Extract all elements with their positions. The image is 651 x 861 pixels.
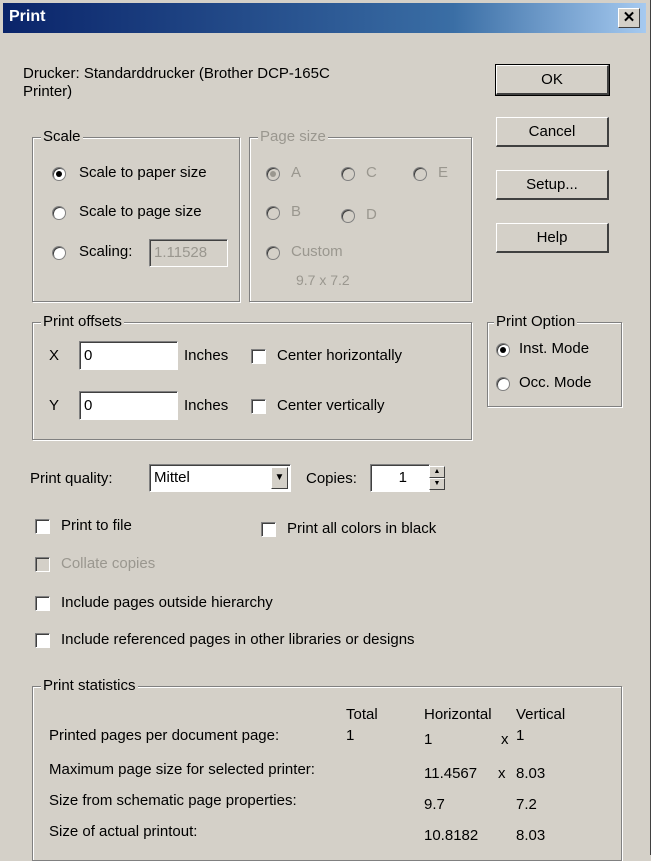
print-all-black-label[interactable]: Print all colors in black bbox=[287, 520, 436, 537]
outside-hierarchy-checkbox[interactable] bbox=[35, 596, 50, 611]
page-size-custom-label[interactable]: Custom bbox=[291, 243, 343, 260]
page-size-group-label: Page size bbox=[258, 128, 328, 145]
referenced-pages-checkbox[interactable] bbox=[35, 633, 50, 648]
inst-mode-radio[interactable] bbox=[496, 343, 510, 357]
scale-to-page-radio[interactable] bbox=[52, 206, 66, 220]
center-horizontally-checkbox[interactable] bbox=[251, 349, 266, 364]
print-quality-select[interactable]: Mittel bbox=[149, 464, 291, 492]
page-size-d-label[interactable]: D bbox=[366, 206, 377, 223]
stats-row-label: Size of actual printout: bbox=[49, 823, 198, 840]
offset-y-label: Y bbox=[49, 397, 60, 414]
help-button[interactable]: Help bbox=[496, 223, 609, 253]
printer-name-line1: Drucker: Standarddrucker (Brother DCP-16… bbox=[23, 65, 330, 82]
offset-y-units: Inches bbox=[184, 397, 229, 414]
title-bar[interactable]: Print ✕ bbox=[3, 3, 646, 33]
page-size-b-label[interactable]: B bbox=[291, 203, 301, 220]
spin-up-icon[interactable]: ▲ bbox=[429, 466, 445, 478]
print-offsets-group: Print offsets bbox=[32, 313, 472, 440]
page-size-a-label[interactable]: A bbox=[291, 164, 301, 181]
stats-row-x: x bbox=[498, 765, 506, 782]
outside-hierarchy-label[interactable]: Include pages outside hierarchy bbox=[61, 594, 273, 611]
stats-row-vertical: 8.03 bbox=[516, 765, 546, 782]
stats-row-label: Printed pages per document page: bbox=[49, 727, 280, 744]
stats-row-total: 1 bbox=[346, 727, 355, 744]
occ-mode-label[interactable]: Occ. Mode bbox=[519, 374, 592, 391]
stats-row-horizontal: 11.4567 bbox=[424, 765, 478, 782]
stats-row-horizontal: 9.7 bbox=[424, 796, 445, 813]
stats-row-horizontal: 1 bbox=[424, 731, 433, 748]
print-to-file-label[interactable]: Print to file bbox=[61, 517, 132, 534]
scale-to-paper-label[interactable]: Scale to paper size bbox=[79, 164, 207, 181]
stats-row-label: Size from schematic page properties: bbox=[49, 792, 297, 809]
stats-row-vertical: 1 bbox=[516, 727, 525, 744]
offset-x-label: X bbox=[49, 347, 60, 364]
print-to-file-checkbox[interactable] bbox=[35, 519, 50, 534]
page-size-c-radio[interactable] bbox=[341, 167, 355, 181]
scale-to-page-label[interactable]: Scale to page size bbox=[79, 203, 202, 220]
offset-x-input[interactable]: 0 bbox=[79, 341, 178, 370]
copies-label: Copies: bbox=[306, 470, 357, 487]
scaling-radio[interactable] bbox=[52, 246, 66, 260]
scaling-field[interactable]: 1.11528 bbox=[149, 239, 228, 267]
print-statistics-label: Print statistics bbox=[41, 677, 138, 694]
offset-y-input[interactable]: 0 bbox=[79, 391, 178, 420]
window-title: Print bbox=[9, 8, 46, 25]
page-size-d-radio[interactable] bbox=[341, 209, 355, 223]
print-quality-value: Mittel bbox=[154, 469, 190, 486]
stats-row-vertical: 7.2 bbox=[516, 796, 537, 813]
print-offsets-label: Print offsets bbox=[41, 313, 124, 330]
ok-button[interactable]: OK bbox=[495, 64, 610, 96]
stats-row-vertical: 8.03 bbox=[516, 827, 546, 844]
print-all-black-checkbox[interactable] bbox=[261, 522, 276, 537]
stats-row-label: Maximum page size for selected printer: bbox=[49, 761, 315, 778]
center-vertically-checkbox[interactable] bbox=[251, 399, 266, 414]
referenced-pages-label[interactable]: Include referenced pages in other librar… bbox=[61, 631, 415, 648]
page-size-custom-radio[interactable] bbox=[266, 246, 280, 260]
scaling-label[interactable]: Scaling: bbox=[79, 243, 132, 260]
print-option-group: Print Option bbox=[487, 313, 622, 407]
page-size-e-radio[interactable] bbox=[413, 167, 427, 181]
stats-col-total: Total bbox=[346, 706, 378, 723]
inst-mode-label[interactable]: Inst. Mode bbox=[519, 340, 589, 357]
close-icon[interactable]: ✕ bbox=[618, 8, 640, 28]
printer-name-line2: Printer) bbox=[23, 83, 73, 100]
scale-group-label: Scale bbox=[41, 128, 83, 145]
print-option-label: Print Option bbox=[494, 313, 578, 330]
print-dialog: Print ✕ Drucker: Standarddrucker (Brothe… bbox=[0, 0, 651, 861]
offset-x-units: Inches bbox=[184, 347, 229, 364]
center-horizontally-label[interactable]: Center horizontally bbox=[277, 347, 402, 364]
collate-copies-label[interactable]: Collate copies bbox=[61, 555, 155, 572]
spin-down-icon[interactable]: ▼ bbox=[429, 478, 445, 490]
page-size-e-label[interactable]: E bbox=[438, 164, 448, 181]
page-size-custom-value: 9.7 x 7.2 bbox=[296, 272, 350, 288]
stats-col-horizontal: Horizontal bbox=[424, 706, 492, 723]
page-size-b-radio[interactable] bbox=[266, 206, 280, 220]
occ-mode-radio[interactable] bbox=[496, 377, 510, 391]
cancel-button[interactable]: Cancel bbox=[496, 117, 609, 147]
collate-copies-checkbox[interactable] bbox=[35, 557, 50, 572]
stats-row-horizontal: 10.8182 bbox=[424, 827, 479, 844]
stats-col-vertical: Vertical bbox=[516, 706, 566, 723]
page-size-group: Page size bbox=[249, 128, 472, 302]
chevron-down-icon[interactable]: ▼ bbox=[271, 467, 288, 489]
setup-button[interactable]: Setup... bbox=[496, 170, 609, 200]
stats-row-x: x bbox=[501, 731, 509, 748]
center-vertically-label[interactable]: Center vertically bbox=[277, 397, 385, 414]
scale-to-paper-radio[interactable] bbox=[52, 167, 66, 181]
copies-input[interactable]: 1 bbox=[370, 464, 430, 492]
page-size-c-label[interactable]: C bbox=[366, 164, 377, 181]
print-quality-label: Print quality: bbox=[30, 470, 113, 487]
page-size-a-radio[interactable] bbox=[266, 167, 280, 181]
